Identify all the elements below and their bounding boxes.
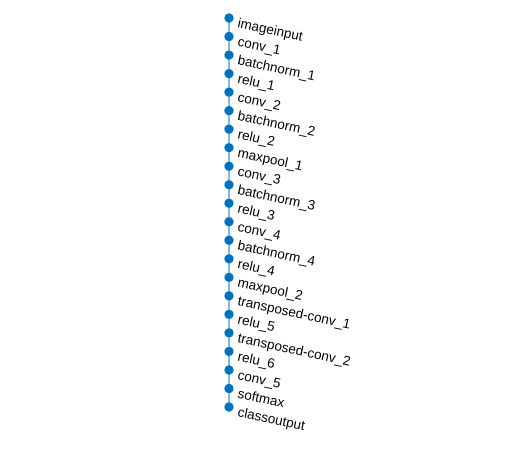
graph-node (224, 13, 234, 23)
graph-node (224, 124, 234, 134)
graph-node (224, 402, 234, 412)
graph-node (224, 87, 234, 97)
layer-graph: imageinputconv_1batchnorm_1relu_1conv_2b… (224, 13, 352, 433)
node-label: classoutput (236, 404, 306, 433)
graph-node (224, 365, 234, 375)
graph-node (224, 106, 234, 116)
graph-node (224, 309, 234, 319)
graph-node (224, 346, 234, 357)
graph-node (224, 254, 234, 264)
graph-node (224, 31, 234, 42)
graph-node (224, 50, 234, 60)
graph-node (224, 68, 234, 79)
graph-node (224, 143, 234, 153)
graph-node (224, 291, 234, 301)
graph-node (224, 235, 234, 245)
graph-node (224, 328, 234, 338)
graph-node (224, 272, 234, 282)
graph-labels: imageinputconv_1batchnorm_1relu_1conv_2b… (236, 15, 351, 433)
graph-node (224, 217, 234, 227)
graph-node (224, 198, 234, 208)
graph-node (224, 161, 234, 171)
graph-node (224, 180, 234, 190)
graph-node (224, 383, 234, 394)
